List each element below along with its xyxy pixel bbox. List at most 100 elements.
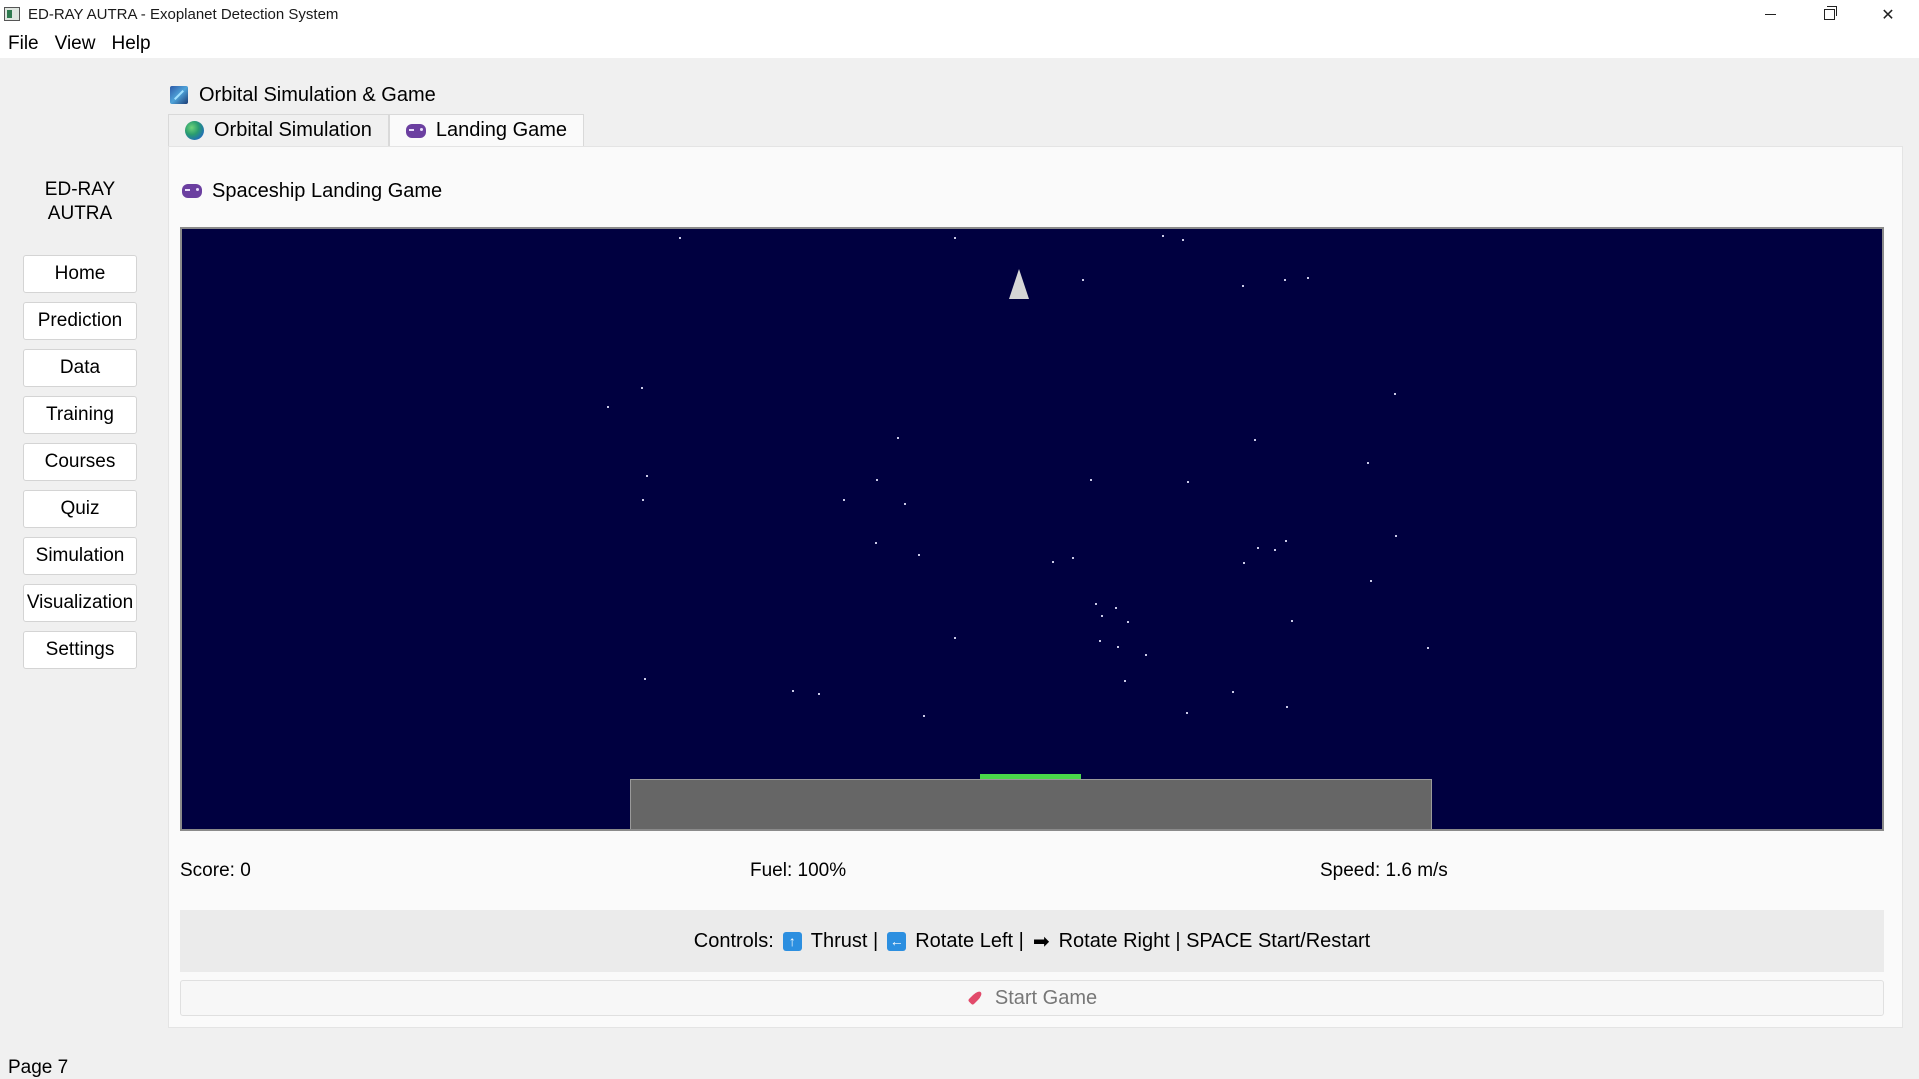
star [1307, 277, 1309, 279]
nav-settings-button[interactable]: Settings [23, 631, 137, 669]
star [1232, 691, 1234, 693]
star [1099, 640, 1101, 642]
globe-icon [185, 121, 204, 140]
maximize-button[interactable] [1800, 0, 1858, 29]
group-header: Orbital Simulation & Game [170, 82, 436, 108]
close-icon: ✕ [1881, 6, 1895, 24]
arrow-right-icon: ➡ [1032, 930, 1050, 953]
nav-training-button[interactable]: Training [23, 396, 137, 434]
orbit-icon [170, 86, 188, 104]
minimize-button[interactable] [1741, 0, 1799, 29]
game-canvas[interactable] [180, 227, 1884, 831]
nav-visualization-button[interactable]: Visualization [23, 584, 137, 622]
star [923, 715, 925, 717]
window-title: ED-RAY AUTRA - Exoplanet Detection Syste… [28, 6, 339, 23]
star [1274, 549, 1276, 551]
game-title: Spaceship Landing Game [182, 178, 442, 204]
star [1395, 535, 1397, 537]
menu-bar: File View Help [0, 29, 1919, 58]
nav-quiz-button[interactable]: Quiz [23, 490, 137, 528]
star [1101, 615, 1103, 617]
fuel-label: Fuel: 100% [750, 860, 847, 881]
minimize-icon [1764, 14, 1776, 15]
star [1082, 279, 1084, 281]
star [1145, 654, 1147, 656]
star [1052, 561, 1054, 563]
star [1090, 479, 1092, 481]
star [1072, 557, 1074, 559]
star [1394, 393, 1396, 395]
star [607, 406, 609, 408]
controls-hint: Controls: ↑ Thrust | ← Rotate Left | ➡ R… [180, 910, 1884, 972]
brand-line1: ED-RAY [44, 179, 116, 200]
star [904, 503, 906, 505]
star [1187, 481, 1189, 483]
nav-courses-button[interactable]: Courses [23, 443, 137, 481]
tab-landing-game[interactable]: Landing Game [388, 114, 585, 146]
sidebar: ED-RAY AUTRA Home Prediction Data Traini… [0, 58, 160, 1048]
star [642, 499, 644, 501]
star [1117, 646, 1119, 648]
tab-orbital-simulation-label: Orbital Simulation [214, 119, 372, 141]
star [1186, 712, 1188, 714]
rocket-icon [967, 989, 985, 1007]
group-title: Orbital Simulation & Game [199, 83, 436, 106]
star [1115, 607, 1117, 609]
star [792, 690, 794, 692]
nav-home-button[interactable]: Home [23, 255, 137, 293]
arrow-left-key-icon: ← [887, 931, 907, 951]
brand-label: ED-RAY AUTRA [0, 178, 160, 226]
tab-orbital-simulation[interactable]: Orbital Simulation [168, 114, 389, 146]
score-label: Score: 0 [180, 860, 251, 881]
star [646, 475, 648, 477]
star [818, 693, 820, 695]
star [1254, 439, 1256, 441]
star [1286, 706, 1288, 708]
star [1284, 279, 1286, 281]
star [1427, 647, 1429, 649]
controls-label: Controls: [693, 929, 774, 952]
star [876, 479, 878, 481]
nav-prediction-button[interactable]: Prediction [23, 302, 137, 340]
star [1285, 540, 1287, 542]
star [1124, 680, 1126, 682]
star [1127, 621, 1129, 623]
star [1257, 547, 1259, 549]
start-game-label: Start Game [994, 986, 1098, 1009]
brand-line2: AUTRA [47, 203, 113, 224]
game-title-label: Spaceship Landing Game [212, 179, 443, 202]
menu-view[interactable]: View [55, 33, 96, 55]
landing-pad [980, 774, 1081, 779]
star [1182, 239, 1184, 241]
nav-simulation-button[interactable]: Simulation [23, 537, 137, 575]
star [954, 237, 956, 239]
star [1367, 462, 1369, 464]
close-button[interactable]: ✕ [1859, 0, 1917, 29]
star [1095, 603, 1097, 605]
controls-rotate-right: Rotate Right | SPACE Start/Restart [1058, 929, 1371, 952]
ground [630, 779, 1432, 829]
star [875, 542, 877, 544]
spaceship [1009, 269, 1029, 299]
star [843, 499, 845, 501]
menu-help[interactable]: Help [111, 33, 150, 55]
star [1370, 580, 1372, 582]
star [1291, 620, 1293, 622]
start-game-button[interactable]: Start Game [180, 980, 1884, 1016]
star [1243, 562, 1245, 564]
maximize-icon [1823, 6, 1837, 20]
arrow-up-key-icon: ↑ [782, 931, 802, 951]
star [641, 387, 643, 389]
controls-rotate-left: Rotate Left | [915, 929, 1024, 952]
nav-data-button[interactable]: Data [23, 349, 137, 387]
star [954, 637, 956, 639]
menu-file[interactable]: File [8, 33, 39, 55]
star [897, 437, 899, 439]
star [679, 237, 681, 239]
star [1242, 285, 1244, 287]
title-bar: ED-RAY AUTRA - Exoplanet Detection Syste… [0, 0, 1919, 29]
status-page: Page 7 [8, 1057, 69, 1078]
star [918, 554, 920, 556]
controls-thrust: Thrust | [810, 929, 879, 952]
gamepad-icon [182, 184, 202, 198]
